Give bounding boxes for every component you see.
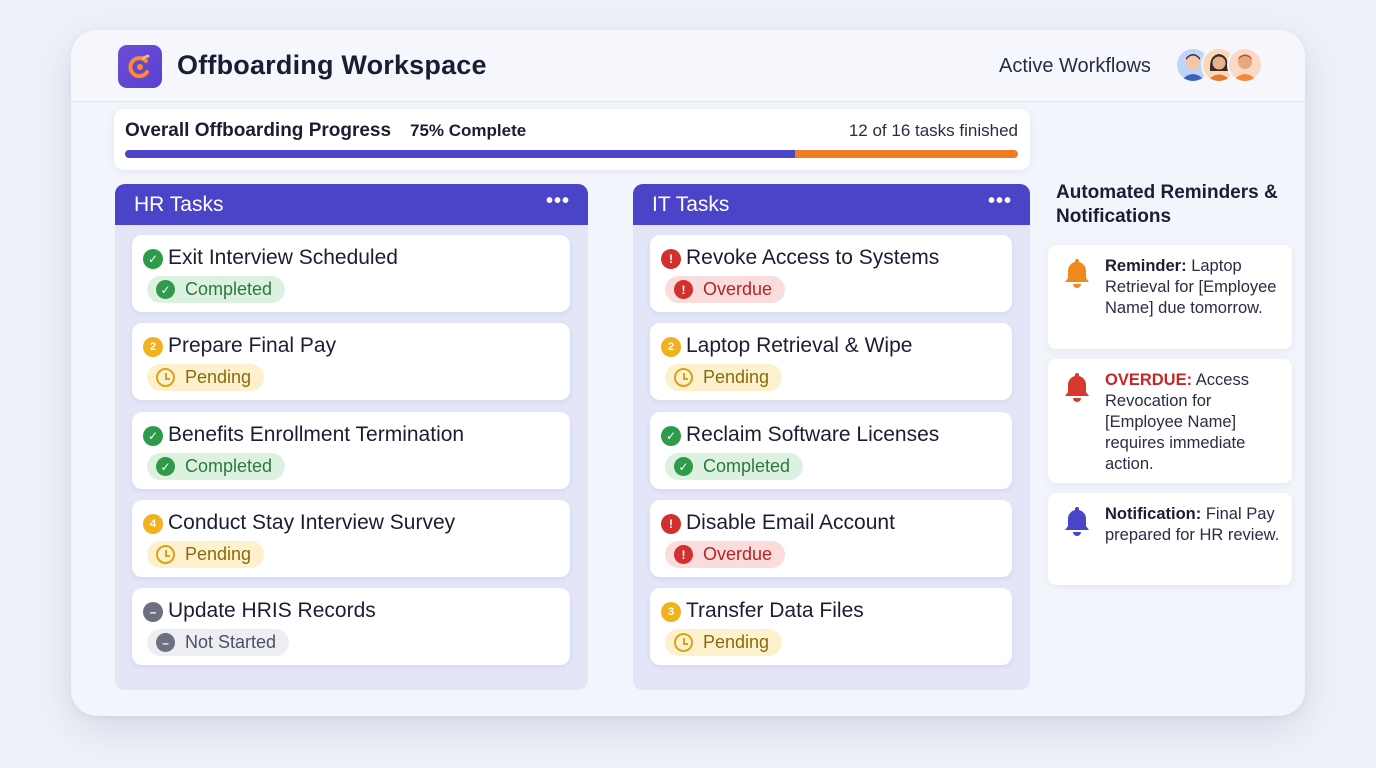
- minus-icon: –: [156, 633, 175, 652]
- it-tasks-column: IT Tasks ••• ! Revoke Access to Systems! O…: [633, 184, 1030, 690]
- task-name: Exit Interview Scheduled: [168, 246, 398, 269]
- avatar[interactable]: [1227, 47, 1263, 83]
- hr-tasks-column: HR Tasks ••• ✓ Exit Interview Scheduled ✓ C…: [115, 184, 588, 690]
- status-label: Overdue: [703, 544, 773, 564]
- offboarding-window: Offboarding Workspace Active Workflows O…: [71, 30, 1305, 716]
- status-badge[interactable]: Pending: [147, 364, 265, 391]
- task-card[interactable]: ! Disable Email Account! Overdue: [650, 500, 1012, 577]
- status-label: Pending: [185, 544, 252, 564]
- bell-icon: [1065, 373, 1089, 402]
- clock-icon: [156, 545, 175, 564]
- progress-title: Overall Offboarding Progress: [125, 120, 392, 141]
- alert-icon: !: [661, 514, 681, 534]
- clock-icon: [674, 368, 693, 387]
- reminder-text: Reminder: Laptop Retrieval for [Employee…: [1105, 256, 1285, 319]
- task-name: Update HRIS Records: [168, 599, 376, 622]
- task-card[interactable]: 4 Conduct Stay Interview Survey Pending: [132, 500, 570, 577]
- status-label: Completed: [185, 456, 273, 476]
- check-icon: ✓: [156, 280, 175, 299]
- status-badge[interactable]: ✓ Completed: [147, 276, 286, 303]
- progress-percent: 75% Complete: [410, 121, 527, 140]
- status-badge[interactable]: – Not Started: [147, 629, 290, 656]
- status-badge[interactable]: ✓ Completed: [147, 453, 286, 480]
- task-card[interactable]: ✓ Reclaim Software Licenses ✓ Completed: [650, 412, 1012, 489]
- status-badge[interactable]: ! Overdue: [665, 541, 786, 568]
- more-options-icon[interactable]: •••: [546, 190, 570, 213]
- reminder-text: OVERDUE: Access Revocation for [Employee…: [1105, 370, 1285, 475]
- task-card[interactable]: 3 Transfer Data Files Pending: [650, 588, 1012, 665]
- clock-icon: [674, 633, 693, 652]
- task-card[interactable]: 2 Laptop Retrieval & Wipe Pending: [650, 323, 1012, 400]
- step-2-icon: 2: [661, 337, 681, 357]
- status-label: Completed: [703, 456, 791, 476]
- status-badge[interactable]: ✓ Completed: [665, 453, 804, 480]
- task-name: Revoke Access to Systems: [686, 246, 940, 269]
- status-label: Pending: [703, 367, 770, 387]
- progress-bar-fill: [125, 150, 795, 158]
- task-card[interactable]: – Update HRIS Records – Not Started: [132, 588, 570, 665]
- more-options-icon[interactable]: •••: [988, 190, 1012, 213]
- reminder-text: Notification: Final Pay prepared for HR …: [1105, 504, 1285, 546]
- task-name: Conduct Stay Interview Survey: [168, 511, 456, 534]
- alert-icon: !: [674, 280, 693, 299]
- clock-icon: [156, 368, 175, 387]
- app-logo-icon[interactable]: [118, 45, 162, 88]
- reminder-card[interactable]: Notification: Final Pay prepared for HR …: [1048, 493, 1292, 585]
- avatar-group[interactable]: [1175, 47, 1265, 85]
- column-title: IT Tasks: [652, 193, 730, 216]
- app-title: Offboarding Workspace: [177, 50, 487, 80]
- reminder-label: OVERDUE:: [1105, 371, 1193, 389]
- it-tasks-header: IT Tasks •••: [633, 184, 1030, 225]
- progress-task-count: 12 of 16 tasks finished: [848, 121, 1018, 140]
- step-4-icon: 4: [143, 514, 163, 534]
- check-icon: ✓: [156, 457, 175, 476]
- task-card[interactable]: ! Revoke Access to Systems! Overdue: [650, 235, 1012, 312]
- status-badge[interactable]: ! Overdue: [665, 276, 786, 303]
- alert-icon: !: [674, 545, 693, 564]
- overall-progress-card: Overall Offboarding Progress 75% Complet…: [114, 109, 1030, 170]
- active-workflows-label[interactable]: Active Workflows: [999, 55, 1151, 78]
- status-label: Pending: [703, 632, 770, 652]
- status-label: Completed: [185, 279, 273, 299]
- reminder-card[interactable]: Reminder: Laptop Retrieval for [Employee…: [1048, 245, 1292, 349]
- bell-icon: [1065, 507, 1089, 536]
- status-label: Overdue: [703, 279, 773, 299]
- check-icon: ✓: [661, 426, 681, 446]
- task-name: Laptop Retrieval & Wipe: [686, 334, 913, 357]
- task-name: Disable Email Account: [686, 511, 895, 534]
- progress-bar: [125, 150, 1018, 158]
- minus-icon: –: [143, 602, 163, 622]
- task-card[interactable]: ✓ Benefits Enrollment Termination ✓ Complet…: [132, 412, 570, 489]
- task-card[interactable]: 2 Prepare Final Pay Pending: [132, 323, 570, 400]
- status-label: Not Started: [185, 632, 277, 652]
- task-name: Transfer Data Files: [686, 599, 864, 622]
- reminder-label: Reminder:: [1105, 257, 1187, 275]
- task-card[interactable]: ✓ Exit Interview Scheduled ✓ Completed: [132, 235, 570, 312]
- task-name: Benefits Enrollment Termination: [168, 423, 465, 446]
- check-icon: ✓: [674, 457, 693, 476]
- status-badge[interactable]: Pending: [665, 364, 783, 391]
- step-3-icon: 3: [661, 602, 681, 622]
- task-name: Prepare Final Pay: [168, 334, 337, 357]
- status-badge[interactable]: Pending: [147, 541, 265, 568]
- column-title: HR Tasks: [134, 193, 224, 216]
- app-header: Offboarding Workspace Active Workflows: [71, 30, 1305, 102]
- check-icon: ✓: [143, 426, 163, 446]
- hr-tasks-header: HR Tasks •••: [115, 184, 588, 225]
- status-label: Pending: [185, 367, 252, 387]
- alert-icon: !: [661, 249, 681, 269]
- status-badge[interactable]: Pending: [665, 629, 783, 656]
- bell-icon: [1065, 259, 1089, 288]
- reminders-title: Automated Reminders & Notifications: [1056, 182, 1278, 227]
- reminder-label: Notification:: [1105, 505, 1202, 523]
- task-name: Reclaim Software Licenses: [686, 423, 940, 446]
- check-icon: ✓: [143, 249, 163, 269]
- step-2-icon: 2: [143, 337, 163, 357]
- reminder-card[interactable]: OVERDUE: Access Revocation for [Employee…: [1048, 359, 1292, 483]
